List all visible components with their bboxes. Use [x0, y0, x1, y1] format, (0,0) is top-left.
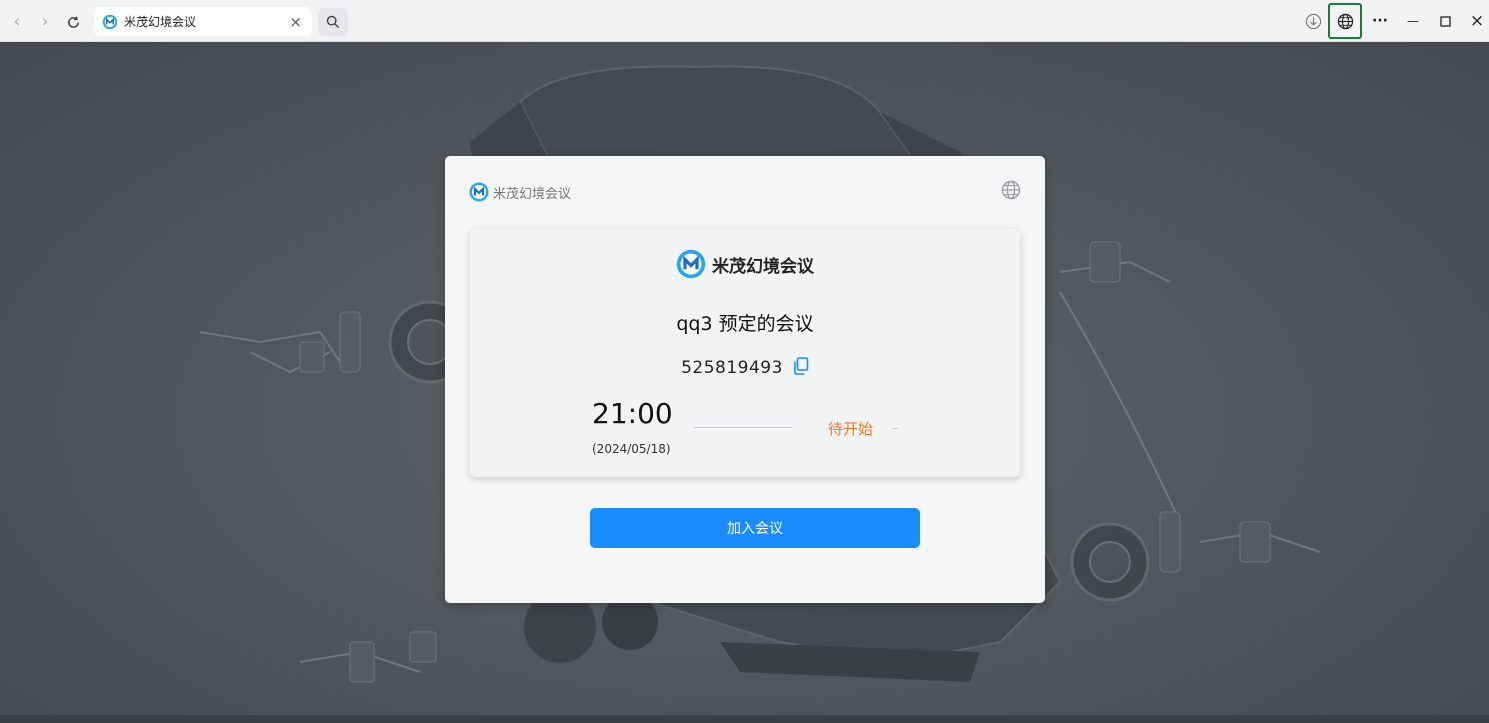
- status-dash: [892, 428, 898, 429]
- download-icon: [1305, 13, 1321, 29]
- brand-name: 米茂幻境会议: [712, 256, 814, 277]
- search-button[interactable]: [318, 8, 348, 36]
- join-meeting-button[interactable]: 加入会议: [590, 508, 920, 548]
- meeting-info-panel: 米茂幻境会议 qq3 预定的会议 525819493 21:00 (2024/0…: [470, 229, 1020, 477]
- app-logo-icon: [469, 182, 489, 202]
- card-header-title: 米茂幻境会议: [493, 186, 572, 202]
- maximize-button[interactable]: [1432, 0, 1458, 42]
- meeting-id-row: 525819493: [470, 357, 1020, 379]
- tab-title: 米茂幻境会议: [124, 15, 197, 29]
- reload-button[interactable]: [58, 7, 88, 37]
- meeting-title: qq3 预定的会议: [676, 313, 814, 335]
- card-header: 米茂幻境会议: [469, 182, 571, 202]
- tab-close-button[interactable]: ×: [289, 13, 302, 31]
- back-icon: ‹: [13, 10, 21, 32]
- language-button[interactable]: [1001, 180, 1021, 204]
- minimize-button[interactable]: —: [1400, 0, 1426, 42]
- bottom-strip: [0, 715, 1489, 723]
- forward-button[interactable]: ›: [30, 6, 60, 36]
- browser-tab[interactable]: 米茂幻境会议 ×: [94, 7, 312, 36]
- timeline-divider: [694, 427, 792, 428]
- window-close-button[interactable]: ×: [1464, 0, 1489, 42]
- browser-toolbar: ‹ › 米茂幻境会议 × ··· — ×: [0, 0, 1489, 42]
- translate-button[interactable]: [1328, 3, 1362, 39]
- reload-icon: [67, 16, 79, 28]
- copy-button[interactable]: [793, 357, 809, 379]
- app-logo-icon: [102, 14, 118, 29]
- meeting-card: 米茂幻境会议 米茂幻境会议 qq3 预定的会议 525819493 21:00 …: [445, 156, 1045, 603]
- more-button[interactable]: ···: [1366, 0, 1394, 42]
- globe-icon: [1001, 180, 1021, 200]
- brand-logo-icon: [676, 249, 706, 279]
- start-date: (2024/05/18): [592, 442, 671, 456]
- copy-icon: [794, 357, 809, 375]
- forward-icon: ›: [41, 10, 49, 32]
- start-time: 21:00: [592, 397, 673, 430]
- download-button[interactable]: [1300, 0, 1326, 42]
- search-icon: [326, 15, 340, 29]
- maximize-icon: [1439, 15, 1451, 27]
- globe-icon: [1337, 13, 1353, 29]
- back-button[interactable]: ‹: [2, 6, 32, 36]
- status-badge: 待开始: [828, 420, 874, 438]
- brand: 米茂幻境会议: [470, 249, 1020, 279]
- meeting-id: 525819493: [681, 358, 783, 378]
